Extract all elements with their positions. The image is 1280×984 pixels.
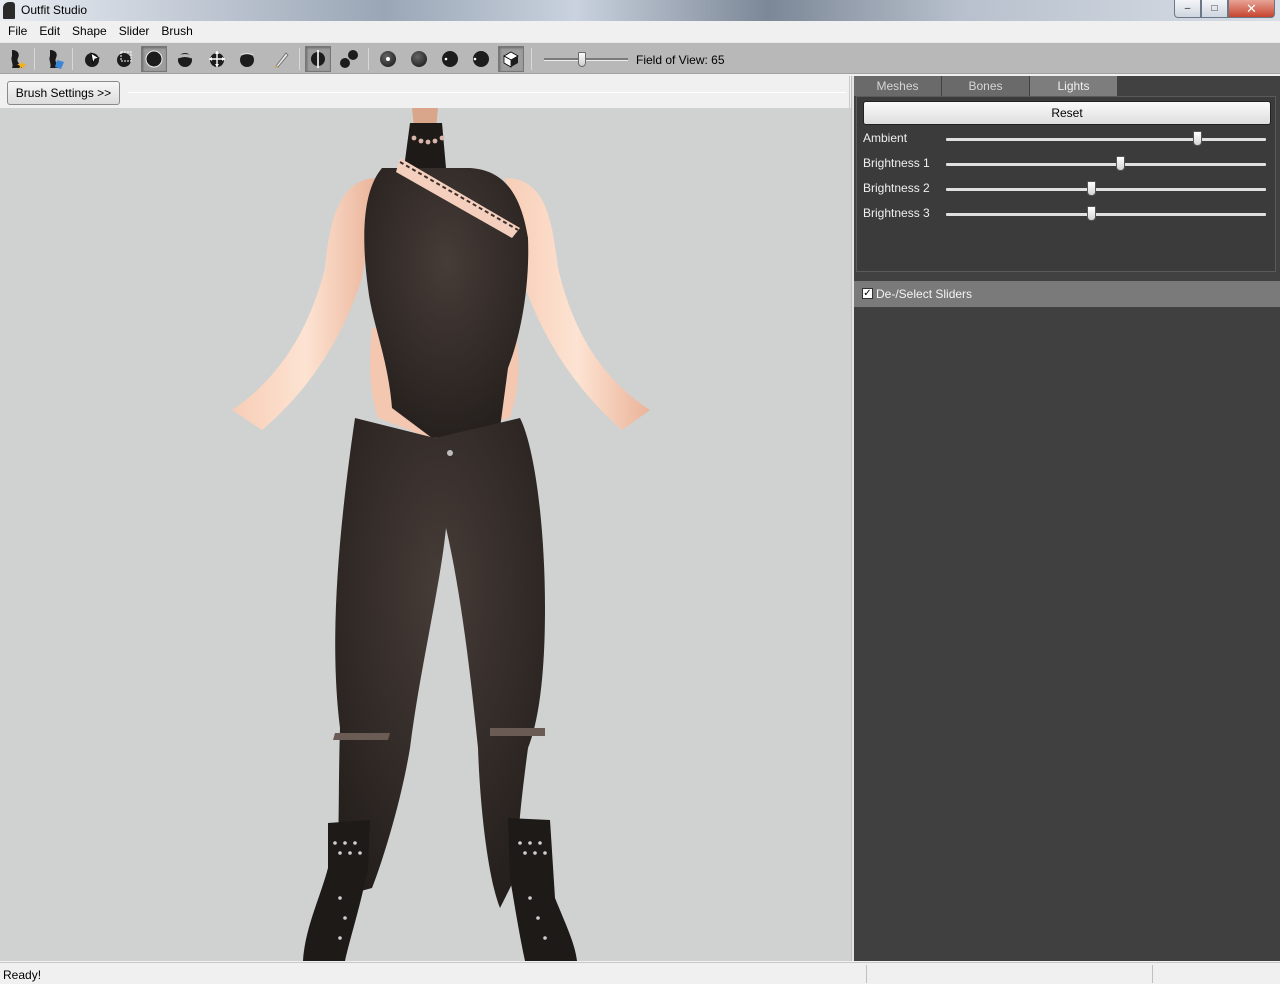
tab-meshes[interactable]: Meshes <box>854 76 941 96</box>
deflate-brush-button[interactable] <box>172 46 198 72</box>
right-boot <box>508 818 577 961</box>
move-brush-button[interactable] <box>204 46 230 72</box>
new-project-icon <box>11 50 27 69</box>
connected-only-button[interactable] <box>336 46 362 72</box>
tab-lights[interactable]: Lights <box>1030 76 1117 96</box>
brightness1-label: Brightness 1 <box>863 156 930 170</box>
brush-size-xlarge-icon <box>473 51 489 67</box>
brush-size-xlarge-button[interactable] <box>468 46 494 72</box>
select-sliders-checkbox[interactable]: ✓ <box>862 288 873 299</box>
close-button[interactable]: ✕ <box>1228 0 1275 18</box>
mirror-x-icon <box>311 50 325 68</box>
menu-brush[interactable]: Brush <box>155 21 198 41</box>
brightness1-slider-row: Brightness 1 <box>857 153 1277 175</box>
brush-size-medium-icon <box>411 51 427 67</box>
left-boot <box>303 820 370 961</box>
status-text: Ready! <box>3 968 42 982</box>
brush-size-medium-button[interactable] <box>406 46 432 72</box>
pants-button <box>447 450 453 456</box>
brightness2-slider-row: Brightness 2 <box>857 178 1277 200</box>
minimize-button[interactable]: – <box>1174 0 1201 18</box>
cube-view-icon <box>503 51 519 68</box>
mask-brush-icon <box>117 51 132 67</box>
brush-size-large-icon <box>442 51 458 67</box>
deflate-brush-icon <box>177 53 193 67</box>
brightness2-slider-track[interactable] <box>946 188 1266 191</box>
weight-brush-icon <box>274 52 289 68</box>
close-icon: ✕ <box>1246 0 1257 16</box>
menu-bar: File Edit Shape Slider Brush <box>0 21 1280 41</box>
brush-size-large-button[interactable] <box>437 46 463 72</box>
sliders-list <box>854 307 1280 961</box>
move-brush-icon <box>209 51 225 67</box>
inflate-brush-icon <box>145 50 163 68</box>
brush-size-small-icon <box>380 51 396 67</box>
select-brush-button[interactable] <box>79 46 105 72</box>
brightness2-slider-thumb[interactable] <box>1086 181 1096 196</box>
menu-shape[interactable]: Shape <box>66 21 113 41</box>
brightness1-slider-track[interactable] <box>946 163 1266 166</box>
brush-settings-divider <box>128 92 846 93</box>
smooth-brush-button[interactable] <box>234 46 260 72</box>
status-divider <box>866 965 867 983</box>
fov-slider-thumb[interactable] <box>578 52 586 67</box>
mask-brush-button[interactable] <box>111 46 137 72</box>
3d-viewport[interactable] <box>0 108 851 961</box>
tab-bones[interactable]: Bones <box>942 76 1029 96</box>
brush-settings-bar: Brush Settings >> <box>0 76 850 108</box>
collar <box>404 123 446 168</box>
right-knee-band <box>490 728 545 736</box>
menu-slider[interactable]: Slider <box>113 21 156 41</box>
ambient-label: Ambient <box>863 131 908 145</box>
toolbar: Field of View: 65 <box>0 42 1280 74</box>
sliders-header: ✓ De-/Select Sliders <box>854 281 1280 307</box>
brightness3-slider-row: Brightness 3 <box>857 203 1277 225</box>
tab-bar: Meshes Bones Lights <box>854 76 1280 96</box>
brush-size-small-button[interactable] <box>375 46 401 72</box>
brightness3-slider-thumb[interactable] <box>1086 206 1096 221</box>
ambient-slider-track[interactable] <box>946 138 1266 141</box>
weight-brush-button[interactable] <box>268 46 294 72</box>
brightness3-slider-track[interactable] <box>946 213 1266 216</box>
select-sliders-label: De-/Select Sliders <box>876 287 973 301</box>
menu-edit[interactable]: Edit <box>33 21 66 41</box>
cube-view-button[interactable] <box>498 46 524 72</box>
fov-slider-track[interactable] <box>544 58 628 61</box>
connected-only-icon <box>340 50 358 68</box>
brush-settings-button[interactable]: Brush Settings >> <box>7 81 120 105</box>
menu-file[interactable]: File <box>2 21 33 41</box>
brightness2-label: Brightness 2 <box>863 181 930 195</box>
new-project-button[interactable] <box>4 46 30 72</box>
maximize-button[interactable]: □ <box>1201 0 1228 18</box>
lights-panel: Reset Ambient Brightness 1 Brightness 2 … <box>856 96 1276 272</box>
minimize-icon: – <box>1184 3 1191 14</box>
app-icon <box>3 2 15 19</box>
inflate-brush-button[interactable] <box>141 46 167 72</box>
window-title: Outfit Studio <box>21 3 88 17</box>
title-bar: Outfit Studio – □ ✕ <box>0 0 1280 21</box>
smooth-brush-icon <box>240 52 254 67</box>
left-knee-band <box>333 733 390 740</box>
right-panel: Meshes Bones Lights Reset Ambient Bright… <box>854 76 1280 961</box>
ambient-slider-thumb[interactable] <box>1193 131 1203 146</box>
maximize-icon: □ <box>1211 3 1218 14</box>
brightness1-slider-thumb[interactable] <box>1116 156 1126 171</box>
load-outfit-icon <box>49 50 64 69</box>
load-outfit-button[interactable] <box>42 46 68 72</box>
status-divider <box>1152 965 1153 983</box>
reset-lights-button[interactable]: Reset <box>863 101 1271 125</box>
brightness3-label: Brightness 3 <box>863 206 930 220</box>
mirror-x-button[interactable] <box>305 46 331 72</box>
status-bar: Ready! <box>0 962 1280 984</box>
fov-label: Field of View: 65 <box>636 53 725 67</box>
left-arm <box>232 178 378 430</box>
character-model <box>232 108 650 961</box>
ambient-slider-row: Ambient <box>857 128 1277 150</box>
select-brush-icon <box>85 52 101 67</box>
right-arm <box>505 178 650 430</box>
